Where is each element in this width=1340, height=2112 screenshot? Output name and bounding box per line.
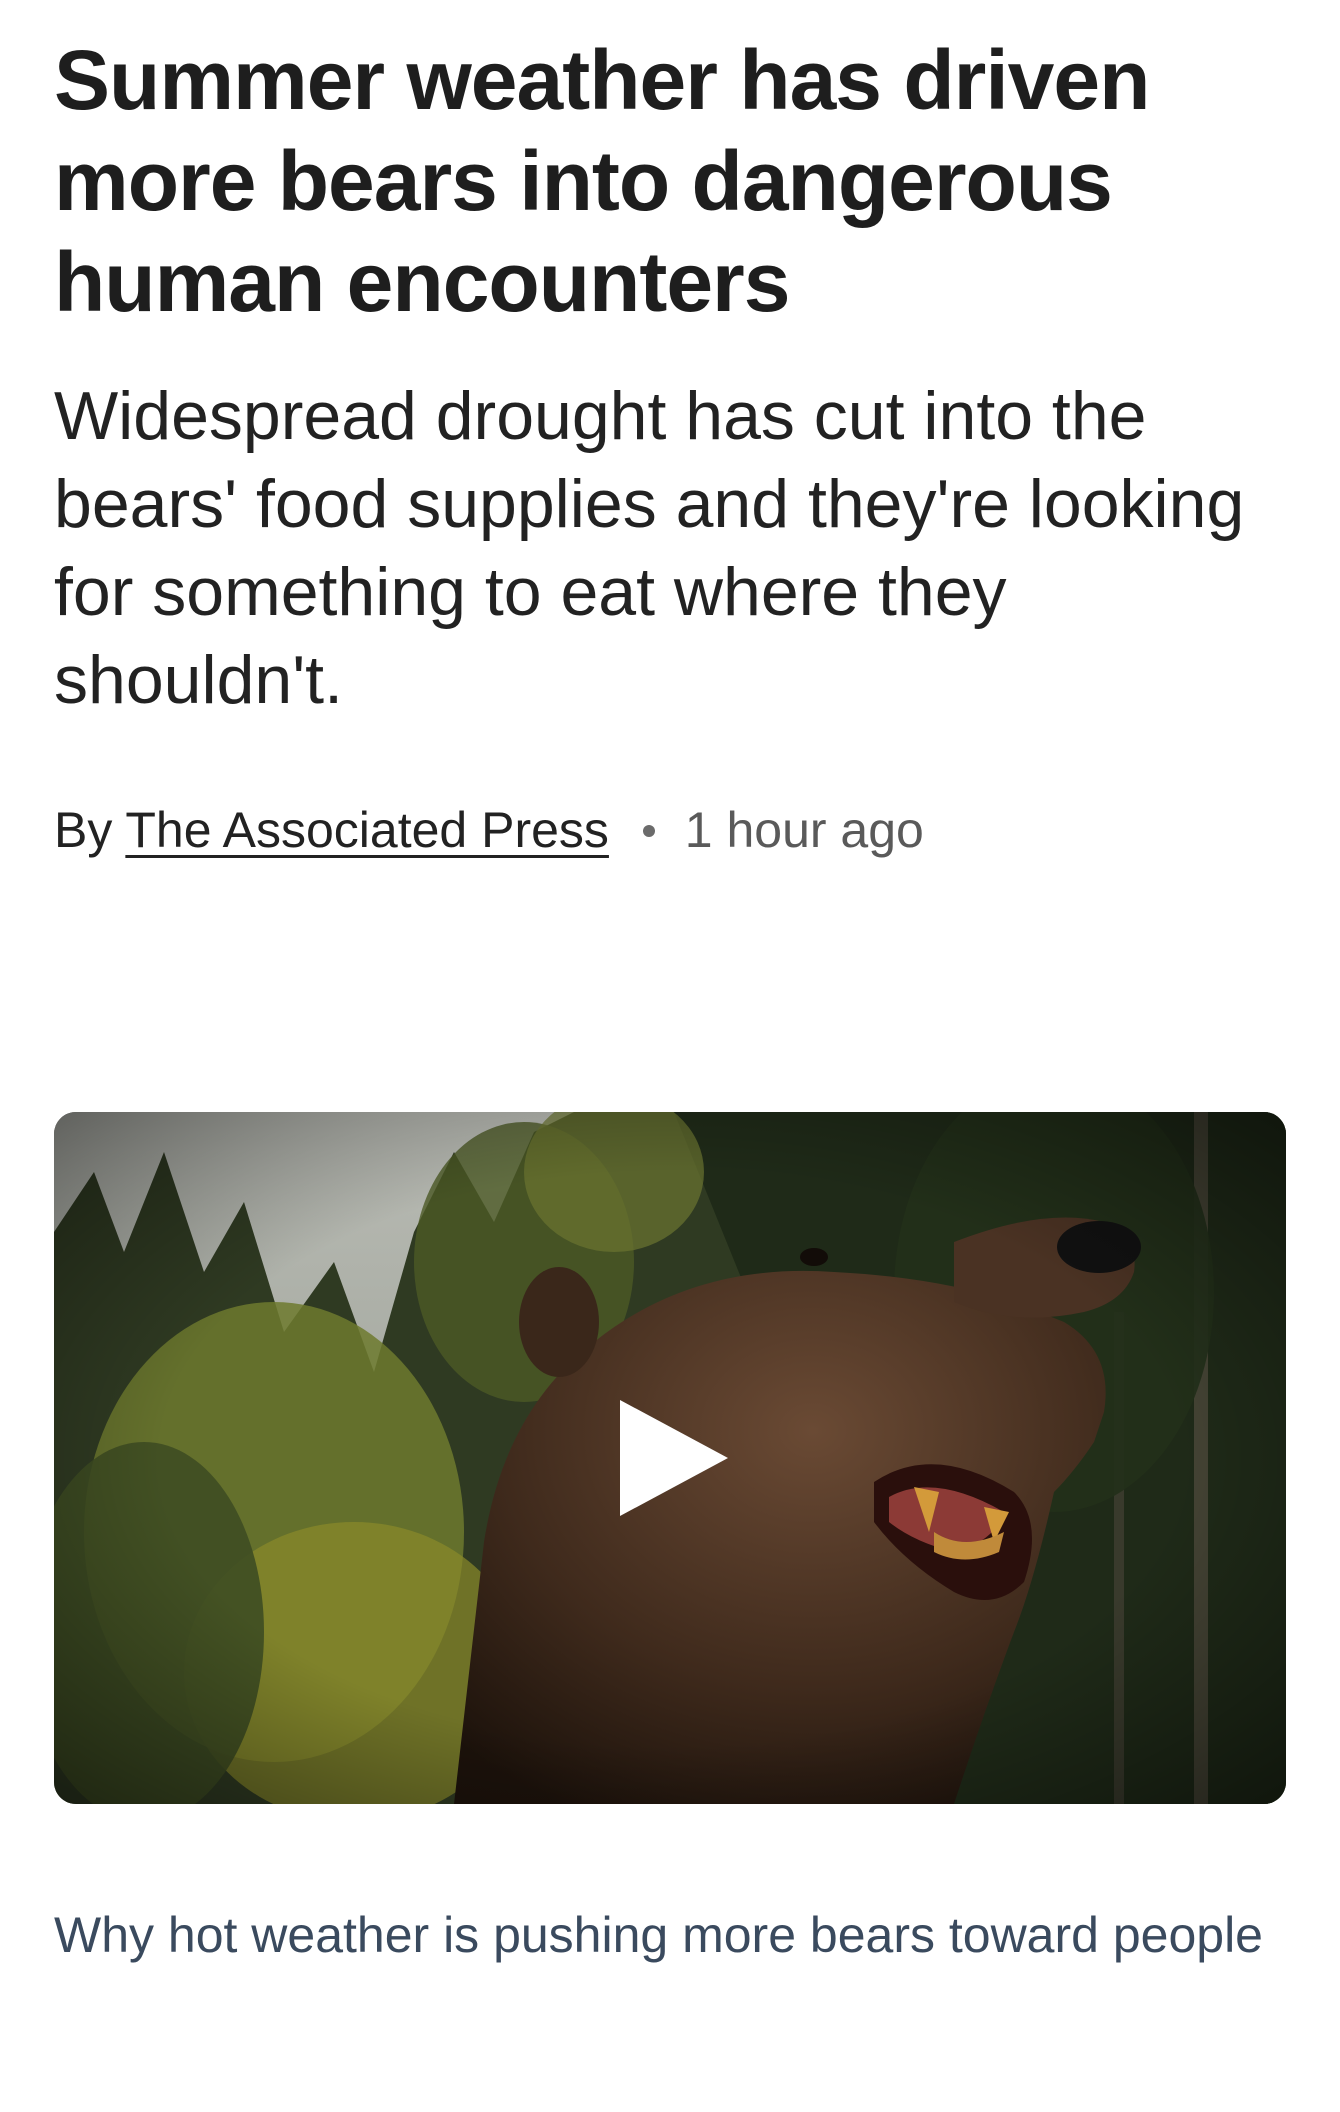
headline: Summer weather has driven more bears int…: [54, 33, 1150, 329]
author-link[interactable]: The Associated Press: [125, 802, 609, 858]
byline: By The Associated Press 1 hour ago: [54, 800, 1286, 860]
video-caption[interactable]: Why hot weather is pushing more bears to…: [54, 1904, 1286, 1966]
separator-dot: [642, 824, 655, 837]
article-summary: Widespread drought has cut into the bear…: [54, 378, 1245, 718]
play-icon[interactable]: [614, 1396, 734, 1520]
byline-prefix: By: [54, 802, 113, 858]
video-player[interactable]: [54, 1112, 1286, 1804]
publish-time: 1 hour ago: [684, 802, 924, 858]
